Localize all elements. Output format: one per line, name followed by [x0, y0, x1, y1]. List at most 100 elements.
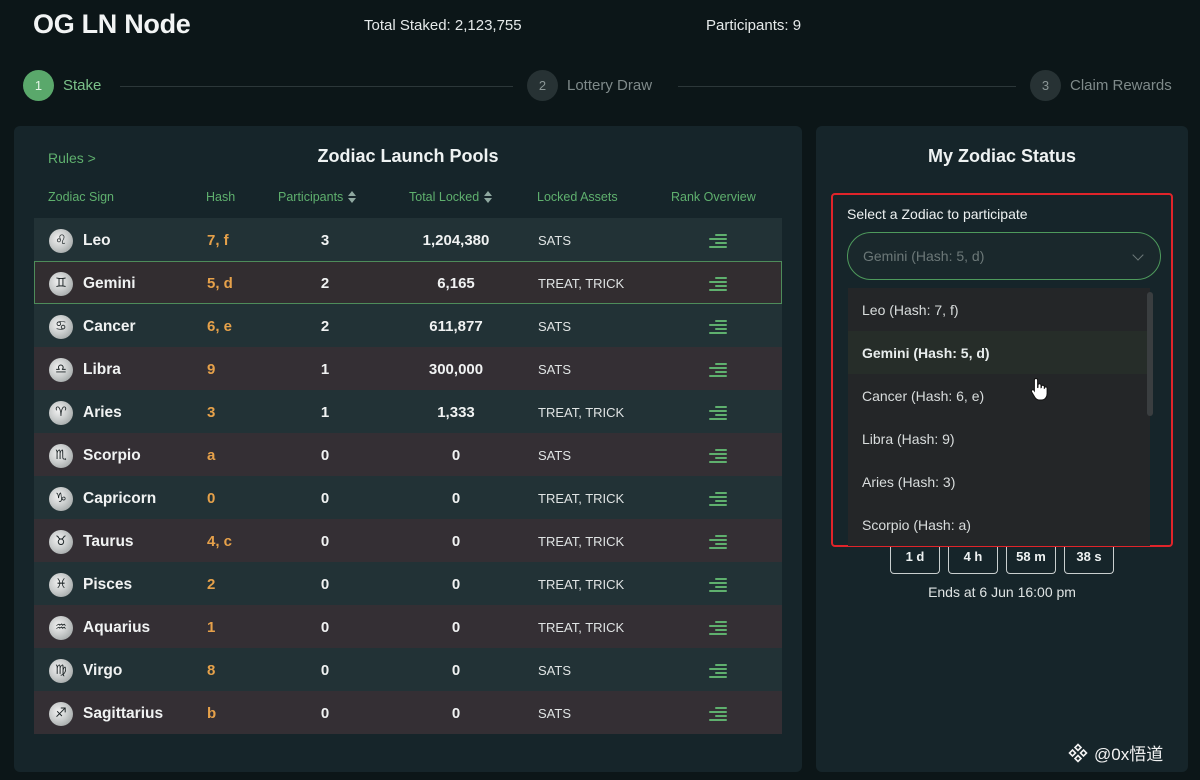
participants-value: 0: [320, 662, 330, 679]
table-row[interactable]: ♌ Leo 7, f 3 1,204,380 SATS: [34, 218, 782, 261]
step-label: Lottery Draw: [567, 76, 653, 94]
list-icon[interactable]: [709, 534, 727, 549]
table-row[interactable]: ♊ Gemini 5, d 2 6,165 TREAT, TRICK: [34, 261, 782, 304]
list-icon[interactable]: [709, 448, 727, 463]
status-title: My Zodiac Status: [927, 146, 1077, 166]
list-icon[interactable]: [709, 319, 727, 334]
table-row[interactable]: ♓ Pisces 2 0 0 TREAT, TRICK: [34, 562, 782, 605]
table-row[interactable]: ♍ Virgo 8 0 0 SATS: [34, 648, 782, 691]
list-icon[interactable]: [709, 276, 727, 291]
column-header-hash: Hash: [206, 190, 236, 204]
column-header-rank-overview: Rank Overview: [671, 190, 756, 204]
list-icon[interactable]: [709, 663, 727, 678]
total-locked-value: 0: [451, 662, 461, 679]
table-row[interactable]: ♋ Cancer 6, e 2 611,877 SATS: [34, 304, 782, 347]
list-icon[interactable]: [709, 233, 727, 248]
zodiac-sign-icon: ♐: [49, 692, 75, 735]
rank-overview-icon[interactable]: [707, 692, 729, 735]
zodiac-hash: 0: [207, 490, 216, 507]
locked-assets-value: SATS: [538, 706, 571, 721]
rank-overview-icon[interactable]: [707, 606, 729, 649]
zodiac-sign-icon: ♑: [49, 477, 75, 520]
list-icon[interactable]: [709, 577, 727, 592]
zodiac-name: Taurus: [83, 532, 134, 550]
zodiac-hash: 4, c: [207, 533, 233, 550]
zodiac-name: Aquarius: [83, 618, 151, 636]
top-bar: OG LN Node Total Staked: 2,123,755 Parti…: [0, 0, 1200, 56]
zodiac-sign-icon: ♏: [49, 434, 75, 477]
participants-value: 2: [320, 275, 330, 292]
list-icon[interactable]: [709, 405, 727, 420]
rank-overview-icon[interactable]: [707, 348, 729, 391]
rank-overview-icon[interactable]: [707, 434, 729, 477]
zodiac-name: Cancer: [83, 317, 136, 335]
hand-cursor-icon: [1030, 377, 1048, 401]
total-locked-value: 300,000: [428, 361, 484, 378]
sort-icon[interactable]: [347, 191, 357, 203]
locked-assets-value: SATS: [538, 362, 571, 377]
zodiac-name: Libra: [83, 360, 121, 378]
participants-value: 0: [320, 533, 330, 550]
zodiac-hash: 8: [207, 662, 216, 679]
locked-assets-value: TREAT, TRICK: [538, 577, 625, 592]
table-row[interactable]: ♉ Taurus 4, c 0 0 TREAT, TRICK: [34, 519, 782, 562]
watermark-text: @0x悟道: [1094, 745, 1164, 764]
zodiac-hash: 9: [207, 361, 216, 378]
list-icon[interactable]: [709, 491, 727, 506]
table-row[interactable]: ♏ Scorpio a 0 0 SATS: [34, 433, 782, 476]
zodiac-option[interactable]: Aries (Hash: 3): [848, 460, 1150, 503]
zodiac-hash: 5, d: [207, 275, 233, 292]
table-row[interactable]: ♑ Capricorn 0 0 0 TREAT, TRICK: [34, 476, 782, 519]
step-claim-rewards[interactable]: 3 Claim Rewards: [1030, 68, 1172, 102]
column-header-sign: Zodiac Sign: [48, 190, 115, 204]
list-icon[interactable]: [709, 706, 727, 721]
zodiac-option[interactable]: Cancer (Hash: 6, e): [848, 374, 1150, 417]
zodiac-option[interactable]: Leo (Hash: 7, f): [848, 288, 1150, 331]
zodiac-hash: 6, e: [207, 318, 233, 335]
step-number: 3: [1030, 69, 1061, 101]
zodiac-option[interactable]: Scorpio (Hash: a): [848, 503, 1150, 546]
zodiac-option[interactable]: Gemini (Hash: 5, d): [848, 331, 1150, 374]
dropdown-scrollbar[interactable]: [1147, 292, 1153, 416]
rank-overview-icon[interactable]: [707, 305, 729, 348]
zodiac-sign-icon: ♎: [49, 348, 75, 391]
zodiac-name: Leo: [83, 231, 111, 249]
locked-assets-value: SATS: [538, 233, 571, 248]
zodiac-option[interactable]: Libra (Hash: 9): [848, 417, 1150, 460]
step-number: 2: [527, 69, 558, 101]
column-header-participants[interactable]: Participants: [278, 190, 357, 204]
progress-stepper: 1 Stake 2 Lottery Draw 3 Claim Rewards: [0, 68, 1200, 104]
locked-assets-value: TREAT, TRICK: [538, 405, 625, 420]
participants-value: 0: [320, 705, 330, 722]
zodiac-hash: 1: [207, 619, 216, 636]
list-icon[interactable]: [709, 362, 727, 377]
locked-assets-value: TREAT, TRICK: [538, 620, 625, 635]
participants-value: 0: [320, 576, 330, 593]
rank-overview-icon[interactable]: [707, 649, 729, 692]
rank-overview-icon[interactable]: [707, 477, 729, 520]
pools-title: Zodiac Launch Pools: [317, 146, 499, 166]
watermark: @0x悟道: [1068, 740, 1163, 765]
table-row[interactable]: ♐ Sagittarius b 0 0 SATS: [34, 691, 782, 734]
participants-value: 0: [320, 619, 330, 636]
rank-overview-icon[interactable]: [707, 563, 729, 606]
step-stake[interactable]: 1 Stake: [23, 68, 101, 102]
table-row[interactable]: ♈ Aries 3 1 1,333 TREAT, TRICK: [34, 390, 782, 433]
rank-overview-icon[interactable]: [707, 262, 729, 305]
zodiac-select[interactable]: Gemini (Hash: 5, d): [847, 232, 1161, 280]
column-header-total-locked[interactable]: Total Locked: [409, 190, 493, 204]
rank-overview-icon[interactable]: [707, 219, 729, 262]
locked-assets-value: TREAT, TRICK: [538, 534, 625, 549]
step-number: 1: [23, 69, 54, 101]
total-staked: Total Staked: 2,123,755: [364, 17, 522, 34]
participants-count: Participants: 9: [706, 17, 802, 34]
column-header-locked-assets: Locked Assets: [537, 190, 618, 204]
rank-overview-icon[interactable]: [707, 391, 729, 434]
table-row[interactable]: ♎ Libra 9 1 300,000 SATS: [34, 347, 782, 390]
step-lottery-draw[interactable]: 2 Lottery Draw: [527, 68, 652, 102]
table-row[interactable]: ♒ Aquarius 1 0 0 TREAT, TRICK: [34, 605, 782, 648]
sort-icon[interactable]: [483, 191, 493, 203]
rank-overview-icon[interactable]: [707, 520, 729, 563]
zodiac-hash: 2: [207, 576, 216, 593]
list-icon[interactable]: [709, 620, 727, 635]
